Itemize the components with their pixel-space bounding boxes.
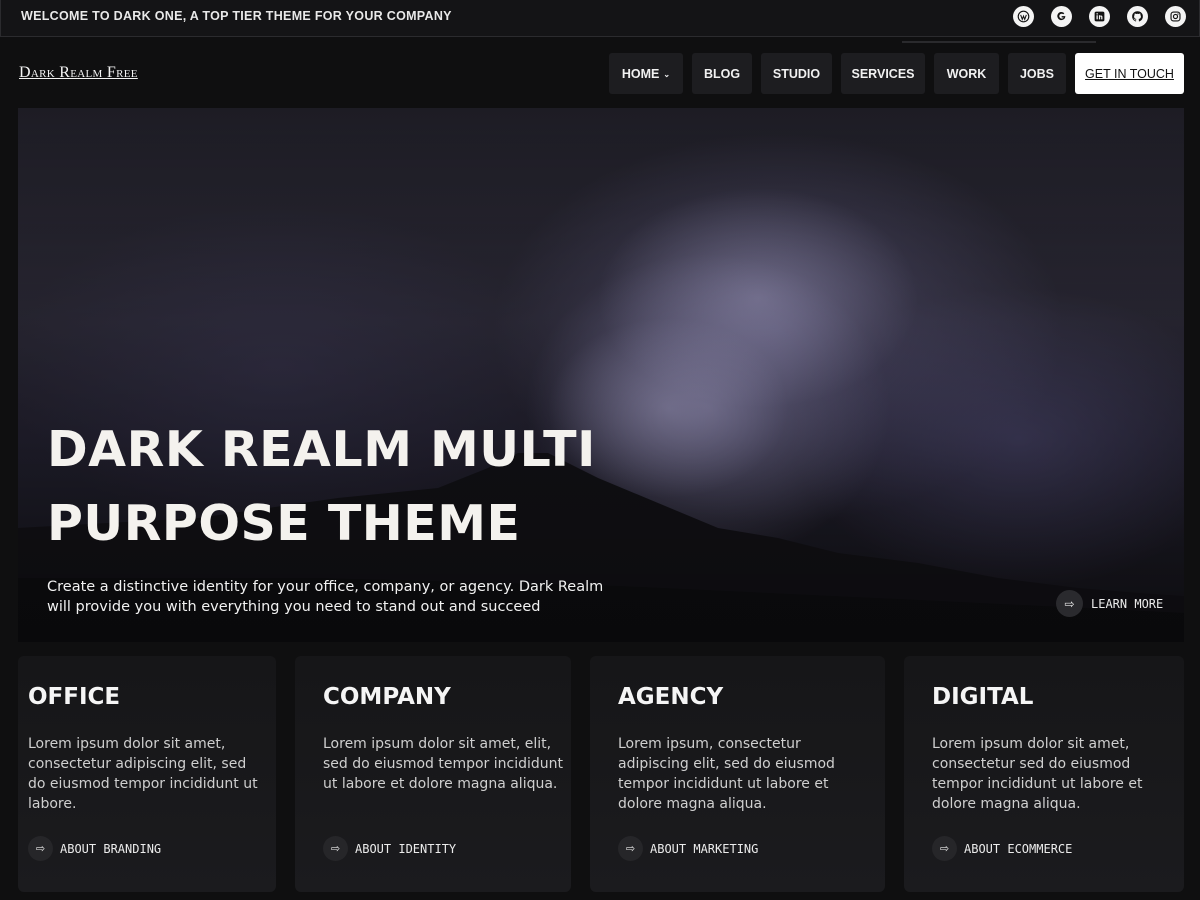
card-text: Lorem ipsum dolor sit amet, consectetur … [932, 736, 1143, 812]
card-office: OFFICE Lorem ipsum dolor sit amet, conse… [18, 656, 276, 892]
social-links [1013, 6, 1186, 27]
arrow-right-icon: ⇨ [618, 836, 643, 861]
card-agency: AGENCY Lorem ipsum, consectetur adipisci… [590, 656, 885, 892]
arrow-right-icon: ⇨ [28, 836, 53, 861]
learn-more-label: LEARN MORE [1091, 596, 1164, 611]
card-text: Lorem ipsum dolor sit amet, consectetur … [28, 736, 258, 812]
nav-work[interactable]: WORK [934, 53, 999, 94]
card-digital: DIGITAL Lorem ipsum dolor sit amet, cons… [904, 656, 1184, 892]
card-link-marketing[interactable]: ⇨ ABOUT MARKETING [618, 836, 758, 861]
nav-blog-label: BLOG [703, 66, 741, 81]
wordpress-icon[interactable] [1013, 6, 1034, 27]
nav-work-label: WORK [946, 66, 987, 81]
card-link-label: ABOUT MARKETING [650, 841, 759, 856]
arrow-right-icon: ⇨ [932, 836, 957, 861]
site-title-link[interactable]: Dark Realm Free [19, 64, 138, 82]
card-link-label: ABOUT ECOMMERCE [964, 841, 1073, 856]
card-title: OFFICE [28, 684, 121, 710]
card-text: Lorem ipsum, consectetur adipiscing elit… [618, 736, 835, 812]
nav-studio-label: STUDIO [772, 66, 821, 81]
hero-title-line2: PURPOSE THEME [47, 495, 521, 552]
card-title: COMPANY [323, 684, 451, 710]
card-title: DIGITAL [932, 684, 1034, 710]
card-company: COMPANY Lorem ipsum dolor sit amet, elit… [295, 656, 571, 892]
welcome-text: WELCOME TO DARK ONE, A TOP TIER THEME FO… [21, 9, 452, 23]
top-bar: WELCOME TO DARK ONE, A TOP TIER THEME FO… [0, 0, 1200, 37]
arrow-right-icon: ⇨ [1056, 590, 1083, 617]
hero-banner: DARK REALM MULTI PURPOSE THEME Create a … [18, 108, 1184, 642]
card-title: AGENCY [618, 684, 724, 710]
hero-title: DARK REALM MULTI PURPOSE THEME [47, 413, 596, 561]
card-link-branding[interactable]: ⇨ ABOUT BRANDING [28, 836, 161, 861]
get-in-touch-button[interactable]: GET IN TOUCH [1075, 53, 1184, 94]
github-icon[interactable] [1127, 6, 1148, 27]
hero-title-line1: DARK REALM MULTI [47, 421, 596, 478]
nav-services-label: SERVICES [851, 66, 915, 81]
storm-mountain-image [18, 108, 1184, 642]
arrow-right-icon: ⇨ [323, 836, 348, 861]
topbar-divider [902, 41, 1096, 43]
nav-jobs[interactable]: JOBS [1008, 53, 1066, 94]
card-link-ecommerce[interactable]: ⇨ ABOUT ECOMMERCE [932, 836, 1072, 861]
nav-home[interactable]: HOME ⌄ [609, 53, 683, 94]
card-link-label: ABOUT BRANDING [60, 841, 162, 856]
nav-studio[interactable]: STUDIO [761, 53, 832, 94]
instagram-icon[interactable] [1165, 6, 1186, 27]
google-icon[interactable] [1051, 6, 1072, 27]
card-text: Lorem ipsum dolor sit amet, elit, sed do… [323, 736, 564, 792]
learn-more-link[interactable]: ⇨ LEARN MORE [1056, 590, 1163, 617]
chevron-down-icon: ⌄ [663, 69, 671, 79]
linkedin-icon[interactable] [1089, 6, 1110, 27]
nav-jobs-label: JOBS [1019, 66, 1055, 81]
card-link-identity[interactable]: ⇨ ABOUT IDENTITY [323, 836, 456, 861]
nav-home-label: HOME [621, 66, 660, 81]
card-link-label: ABOUT IDENTITY [355, 841, 457, 856]
nav-services[interactable]: SERVICES [841, 53, 925, 94]
nav-blog[interactable]: BLOG [692, 53, 752, 94]
hero-subtitle: Create a distinctive identity for your o… [47, 579, 604, 615]
